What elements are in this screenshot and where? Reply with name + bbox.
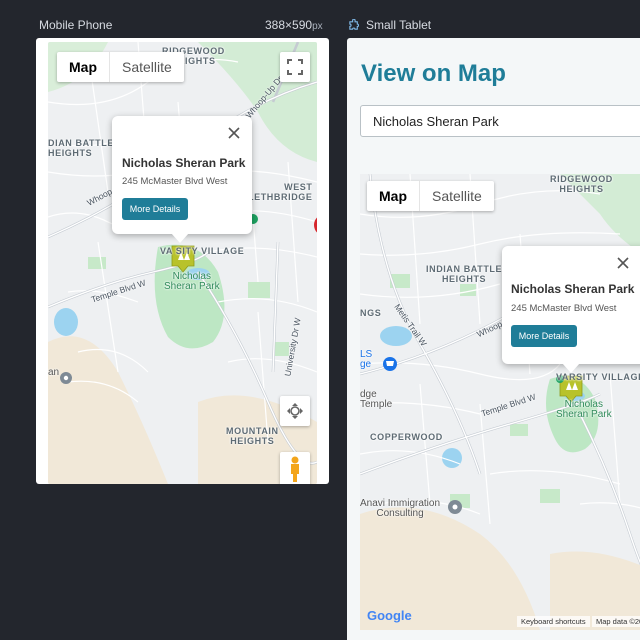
tablet-frame-label: Small Tablet bbox=[366, 18, 432, 32]
google-logo: Google bbox=[367, 608, 412, 623]
move-arrows-icon bbox=[287, 403, 303, 419]
label-nicholas-sheran: Nicholas Sheran Park bbox=[556, 399, 612, 420]
tablet-map-type-control: Map Satellite bbox=[367, 181, 494, 211]
info-window-address: 245 McMaster Blvd West bbox=[511, 303, 617, 314]
map-data-attribution: Map data ©20 bbox=[592, 616, 640, 627]
phone-frame-size: 388×590px bbox=[265, 18, 323, 32]
street-view-pegman-button[interactable] bbox=[280, 452, 310, 484]
label-varsity-village: VA SITY VILLAGE bbox=[160, 246, 245, 256]
fullscreen-icon bbox=[287, 59, 303, 75]
info-window-address: 245 McMaster Blvd West bbox=[122, 176, 228, 187]
google-logo-text: Google bbox=[367, 608, 412, 623]
label-ngs: NGS bbox=[360, 308, 382, 318]
info-window-title: Nicholas Sheran Park bbox=[511, 282, 635, 296]
more-details-button[interactable]: More Details bbox=[122, 198, 188, 220]
map-type-map-button[interactable]: Map bbox=[367, 181, 419, 211]
label-indian-battle: DIAN BATTLE HEIGHTS bbox=[48, 138, 114, 158]
phone-map-canvas[interactable] bbox=[48, 42, 317, 484]
label-edge-temple: dge Temple bbox=[360, 389, 393, 410]
location-search-input[interactable] bbox=[360, 105, 640, 137]
map-type-satellite-button[interactable]: Satellite bbox=[420, 181, 494, 211]
label-varsity-village: VARSITY VILLAGE bbox=[556, 372, 640, 382]
info-window-title: Nicholas Sheran Park bbox=[122, 156, 246, 170]
more-details-button[interactable]: More Details bbox=[511, 325, 577, 347]
keyboard-shortcuts-link[interactable]: Keyboard shortcuts bbox=[517, 616, 590, 627]
camera-control-button[interactable] bbox=[280, 396, 310, 426]
label-west-lethbridge: WEST LETHBRIDGE bbox=[248, 182, 313, 202]
close-icon[interactable] bbox=[228, 127, 240, 139]
pegman-icon bbox=[291, 456, 299, 482]
map-type-map-button[interactable]: Map bbox=[57, 52, 109, 82]
label-mountain-heights: MOUNTAIN HEIGHTS bbox=[226, 426, 279, 446]
page-title: View on Map bbox=[361, 60, 506, 87]
label-indian-battle: INDIAN BATTLE HEIGHTS bbox=[426, 264, 503, 284]
puzzle-icon bbox=[349, 19, 359, 30]
fullscreen-button[interactable] bbox=[280, 52, 310, 82]
phone-size-unit: px bbox=[312, 21, 323, 32]
label-els: LS ge bbox=[360, 349, 373, 370]
map-type-satellite-button[interactable]: Satellite bbox=[110, 52, 184, 82]
tablet-map[interactable]: RIDGEWOOD HEIGHTS INDIAN BATTLE HEIGHTS … bbox=[360, 174, 640, 630]
phone-preview-frame: RIDGEWOOD HEIGHTS DIAN BATTLE HEIGHTS WE… bbox=[36, 38, 329, 484]
label-nicholas-sheran: Nicholas Sheran Park bbox=[164, 271, 220, 292]
label-anavi: Anavi Immigration Consulting bbox=[360, 498, 441, 519]
close-icon[interactable] bbox=[617, 257, 629, 269]
phone-map-type-control: Map Satellite bbox=[57, 52, 184, 82]
label-copperwood: COPPERWOOD bbox=[370, 432, 443, 442]
label-an: an bbox=[48, 367, 60, 378]
label-ridgewood: RIDGEWOOD HEIGHTS bbox=[550, 174, 613, 194]
tablet-preview-frame: View on Map Nicholas Sheran Park RIDGEWO… bbox=[347, 38, 640, 640]
tablet-info-window: Nicholas Sheran Park 245 McMaster Blvd W… bbox=[502, 246, 640, 373]
phone-size-value: 388×590 bbox=[265, 18, 313, 32]
phone-frame-label: Mobile Phone bbox=[39, 18, 113, 32]
phone-info-window: Nicholas Sheran Park 245 McMaster Blvd W… bbox=[112, 116, 252, 243]
phone-map[interactable]: RIDGEWOOD HEIGHTS DIAN BATTLE HEIGHTS WE… bbox=[48, 42, 317, 484]
